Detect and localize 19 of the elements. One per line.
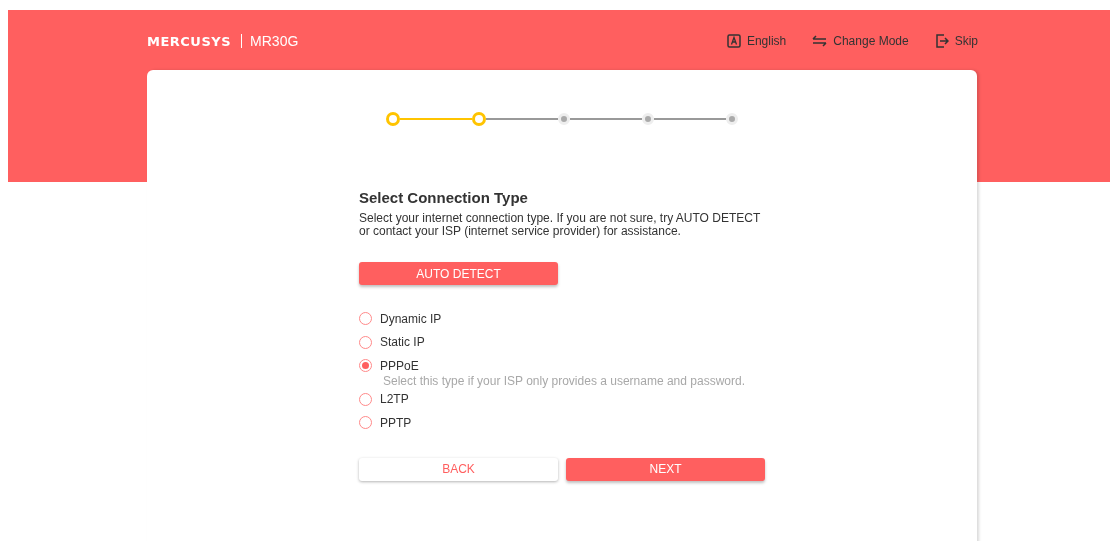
model-name: MR30G [250,33,299,49]
next-button[interactable]: NEXT [566,457,765,481]
section-title: Select Connection Type [359,189,529,206]
option-label: Dynamic IP [380,311,442,326]
language-icon [726,34,741,48]
description-text: Select your internet connection type. If you are not sure, try AUTO DETECT or contact your ISP (internet service provider) for assistance. [359,212,762,238]
brand-logo: MERCUSYS [147,33,232,49]
header-link[interactable]: Skip [934,34,978,48]
exit-icon [934,34,949,48]
back-button[interactable]: BACK [359,457,558,481]
option-label: L2TP [380,392,409,407]
option-label: PPPoE [380,358,419,373]
header-link[interactable]: English [726,34,787,48]
option-hint: Select this type if your ISP only provides a username and password. [383,373,746,388]
option-label: Static IP [380,335,425,350]
auto-detect-button[interactable]: AUTO DETECT [359,262,558,285]
swap-arrows-icon [812,35,828,47]
header-link[interactable]: Change Mode [812,34,909,48]
option-label: PPTP [380,415,412,430]
